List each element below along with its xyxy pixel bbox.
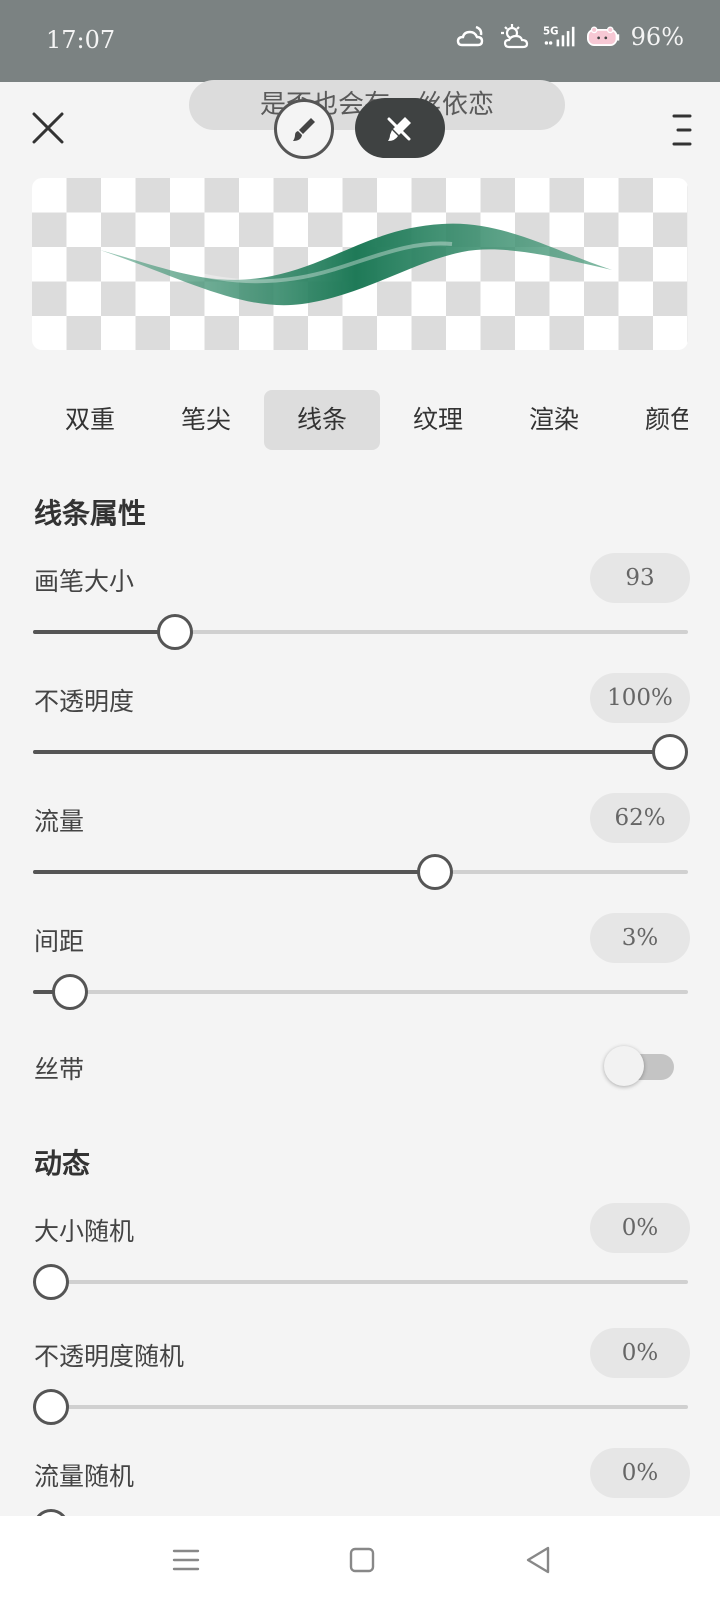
opacity-random-slider[interactable] [33,1389,688,1425]
slider-fill [33,630,175,634]
spacing-slider[interactable] [33,974,688,1010]
spacing-label: 间距 [34,927,85,956]
brush-mode-button[interactable] [274,99,334,159]
brush-settings-tabs: 双重 笔尖 线条 纹理 渲染 颜色 [32,390,688,450]
cloudy-sun-icon [499,22,533,52]
opacity-slider[interactable] [33,734,688,770]
section-title-dynamics: 动态 [34,1147,91,1180]
slider-fill [33,870,435,874]
opacity-label: 不透明度 [34,687,135,716]
brush-icon [293,118,315,141]
toggle-knob [604,1046,644,1086]
back-triangle-icon [526,1546,550,1574]
signal-5g-icon: 5G [543,22,577,52]
opacity-random-value[interactable]: 0% [590,1328,690,1378]
nav-back-button[interactable] [520,1542,556,1578]
slider-thumb[interactable] [416,854,453,890]
menu-lines-icon [172,1549,200,1571]
battery-icon [586,22,621,52]
slider-thumb[interactable] [33,1264,69,1300]
menu-icon [672,114,692,146]
tab-stroke[interactable]: 线条 [264,390,380,450]
status-bar: 17:07 5G 96% [0,0,720,82]
flow-slider[interactable] [33,854,688,890]
spacing-value[interactable]: 3% [590,913,690,963]
status-time: 17:07 [46,26,116,54]
tab-dual[interactable]: 双重 [32,390,148,450]
flow-label: 流量 [34,807,85,836]
size-random-label: 大小随机 [34,1217,135,1246]
eraser-mode-button[interactable] [355,98,445,158]
flow-value[interactable]: 62% [590,793,690,843]
slider-track [33,1280,688,1284]
nav-menu-button[interactable] [168,1542,204,1578]
flow-random-label: 流量随机 [34,1462,135,1491]
status-icons: 5G 96% [455,22,684,52]
close-icon [32,112,64,144]
slider-fill [33,750,670,754]
brush-size-slider[interactable] [33,614,688,650]
cloudy-night-icon [455,22,489,52]
close-button[interactable] [28,108,68,148]
size-random-slider[interactable] [33,1264,688,1300]
stroke-preview [32,178,688,350]
brush-stroke-preview [100,223,612,306]
brush-size-label: 画笔大小 [34,567,135,596]
square-home-icon [349,1547,375,1573]
system-navigation-bar [0,1516,720,1604]
slider-thumb[interactable] [652,734,688,770]
section-title-line-properties: 线条属性 [34,497,147,530]
tab-texture[interactable]: 纹理 [380,390,496,450]
slider-thumb[interactable] [33,1389,69,1425]
opacity-random-label: 不透明度随机 [34,1342,185,1371]
tab-render[interactable]: 渲染 [496,390,612,450]
brush-size-value[interactable]: 93 [590,553,690,603]
slider-track [33,990,688,994]
slider-thumb[interactable] [51,974,88,1010]
tab-tip[interactable]: 笔尖 [148,390,264,450]
opacity-value[interactable]: 100% [590,673,690,723]
nav-home-button[interactable] [344,1542,380,1578]
network-label: 5G [543,26,558,37]
size-random-value[interactable]: 0% [590,1203,690,1253]
ribbon-toggle[interactable] [604,1046,674,1086]
flow-random-value[interactable]: 0% [590,1448,690,1498]
menu-button[interactable] [666,110,696,150]
battery-percent: 96% [630,23,684,51]
slider-thumb[interactable] [156,614,193,650]
tab-color[interactable]: 颜色 [612,390,688,450]
slider-track [33,1405,688,1409]
ribbon-label: 丝带 [34,1055,85,1084]
eraser-icon [387,117,411,141]
